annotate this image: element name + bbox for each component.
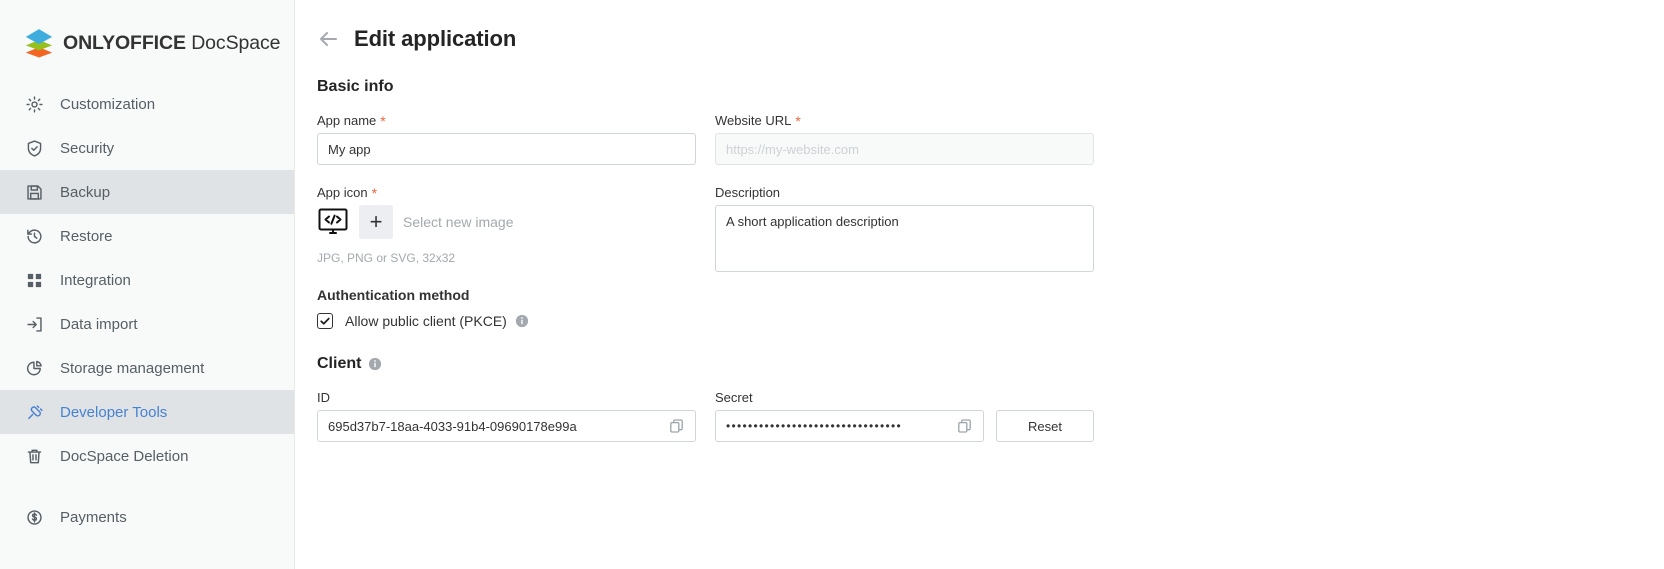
sidebar-item-label: Restore bbox=[60, 227, 113, 245]
sidebar-item-label: Data import bbox=[60, 315, 138, 333]
website-url-field: Website URL * https://my-website.com bbox=[715, 113, 1094, 165]
info-circle-icon[interactable] bbox=[515, 314, 529, 328]
description-textarea[interactable]: A short application description bbox=[715, 205, 1094, 272]
form-columns: App name * My app App icon * + Select ne… bbox=[317, 113, 1664, 329]
sidebar-item-label: Payments bbox=[60, 508, 127, 526]
website-url-input[interactable]: https://my-website.com bbox=[715, 133, 1094, 165]
reset-secret-button[interactable]: Reset bbox=[996, 410, 1094, 442]
client-id-value: 695d37b7-18aa-4033-91b4-09690178e99a bbox=[328, 418, 577, 434]
dollar-circle-icon bbox=[24, 507, 44, 527]
client-secret-value: •••••••••••••••••••••••••••••••• bbox=[726, 419, 903, 433]
sidebar-item-developer-tools[interactable]: Developer Tools bbox=[0, 390, 294, 434]
auth-method-label: Authentication method bbox=[317, 287, 470, 303]
page-title: Edit application bbox=[354, 26, 517, 51]
add-image-button[interactable]: + bbox=[359, 205, 393, 239]
required-asterisk: * bbox=[380, 112, 386, 129]
client-id-input[interactable]: 695d37b7-18aa-4033-91b4-09690178e99a bbox=[317, 410, 696, 442]
app-icon-hint: JPG, PNG or SVG, 32x32 bbox=[317, 251, 456, 265]
required-asterisk: * bbox=[371, 184, 378, 201]
select-new-image-link[interactable]: Select new image bbox=[403, 214, 514, 230]
description-label-text: Description bbox=[715, 185, 781, 200]
app-icon-label: App icon * bbox=[317, 185, 696, 200]
description-label: Description bbox=[715, 185, 1094, 200]
onlyoffice-logo-icon bbox=[24, 28, 54, 58]
copy-icon[interactable] bbox=[957, 418, 973, 434]
grid-squares-icon bbox=[24, 270, 44, 290]
page-header: Edit application bbox=[317, 22, 1664, 56]
plug-connector-icon bbox=[24, 402, 44, 422]
sidebar-item-security[interactable]: Security bbox=[0, 126, 294, 170]
client-section: Client ID 695d37b7-18aa-4033-91b4-096901… bbox=[317, 355, 1664, 442]
app-icon-row: + Select new image bbox=[317, 205, 696, 239]
brand-light: DocSpace bbox=[191, 31, 281, 54]
sidebar-item-backup[interactable]: Backup bbox=[0, 170, 294, 214]
app-name-value: My app bbox=[328, 141, 371, 157]
sidebar-item-label: DocSpace Deletion bbox=[60, 447, 189, 465]
sidebar-item-data-import[interactable]: Data import bbox=[0, 302, 294, 346]
basic-info-heading: Basic info bbox=[317, 78, 394, 95]
sidebar-item-label: Developer Tools bbox=[60, 403, 168, 421]
brand-name: ONLYOFFICE DocSpace bbox=[63, 32, 280, 55]
sidebar-item-docspace-deletion[interactable]: DocSpace Deletion bbox=[0, 434, 294, 478]
client-heading-text: Client bbox=[317, 355, 362, 372]
secret-row: •••••••••••••••••••••••••••••••• Reset bbox=[715, 410, 1094, 442]
brand-logo[interactable]: ONLYOFFICE DocSpace bbox=[0, 0, 294, 62]
trash-bin-icon bbox=[24, 446, 44, 466]
client-secret-input[interactable]: •••••••••••••••••••••••••••••••• bbox=[715, 410, 984, 442]
auth-method-block: Authentication method Allow public clien… bbox=[317, 287, 696, 329]
floppy-disk-icon bbox=[24, 182, 44, 202]
gear-icon bbox=[24, 94, 44, 114]
pkce-checkbox-row: Allow public client (PKCE) bbox=[317, 313, 696, 329]
description-field: Description A short application descript… bbox=[715, 185, 1094, 272]
sidebar-divider-gap bbox=[0, 478, 294, 495]
description-value: A short application description bbox=[726, 214, 899, 229]
sidebar-item-payments[interactable]: Payments bbox=[0, 495, 294, 539]
sidebar-item-label: Customization bbox=[60, 95, 156, 113]
arrow-left-icon[interactable] bbox=[317, 28, 339, 50]
app-name-input[interactable]: My app bbox=[317, 133, 696, 165]
brand-bold: ONLYOFFICE bbox=[63, 31, 186, 54]
sidebar-item-storage-management[interactable]: Storage management bbox=[0, 346, 294, 390]
client-secret-label: Secret bbox=[715, 390, 753, 405]
sidebar-item-label: Backup bbox=[60, 183, 111, 201]
sidebar-item-integration[interactable]: Integration bbox=[0, 258, 294, 302]
app-name-field: App name * My app bbox=[317, 113, 696, 165]
clock-rotate-left-icon bbox=[24, 226, 44, 246]
client-secret-column: Secret •••••••••••••••••••••••••••••••• bbox=[715, 390, 1094, 442]
plus-icon: + bbox=[369, 209, 383, 234]
sidebar-item-label: Storage management bbox=[60, 359, 205, 377]
app-name-label: App name * bbox=[317, 113, 696, 128]
app-root: ONLYOFFICE DocSpace Customization Securi… bbox=[0, 0, 1664, 569]
app-icon-label-text: App icon bbox=[317, 185, 368, 200]
client-heading: Client bbox=[317, 355, 1664, 373]
client-id-label: ID bbox=[317, 390, 330, 405]
sidebar-nav: Customization Security Backup Restore In… bbox=[0, 82, 294, 539]
website-url-label: Website URL * bbox=[715, 113, 1094, 128]
info-circle-icon[interactable] bbox=[368, 357, 382, 371]
website-url-label-text: Website URL bbox=[715, 113, 792, 128]
code-monitor-icon bbox=[317, 206, 349, 238]
form-column-right: Website URL * https://my-website.com Des… bbox=[715, 113, 1094, 329]
sidebar-item-restore[interactable]: Restore bbox=[0, 214, 294, 258]
shield-check-icon bbox=[24, 138, 44, 158]
app-name-label-text: App name bbox=[317, 113, 377, 128]
sidebar-item-label: Integration bbox=[60, 271, 131, 289]
client-columns: ID 695d37b7-18aa-4033-91b4-09690178e99a … bbox=[317, 390, 1664, 442]
sidebar: ONLYOFFICE DocSpace Customization Securi… bbox=[0, 0, 295, 569]
main-content: Edit application Basic info App name * M… bbox=[295, 0, 1664, 569]
required-asterisk: * bbox=[795, 112, 801, 129]
pie-chart-icon bbox=[24, 358, 44, 378]
app-icon-field: App icon * + Select new image JPG, PNG o… bbox=[317, 185, 696, 265]
pkce-checkbox-label: Allow public client (PKCE) bbox=[345, 313, 507, 329]
sidebar-item-customization[interactable]: Customization bbox=[0, 82, 294, 126]
import-arrow-icon bbox=[24, 314, 44, 334]
client-id-column: ID 695d37b7-18aa-4033-91b4-09690178e99a bbox=[317, 390, 696, 442]
copy-icon[interactable] bbox=[669, 418, 685, 434]
website-url-placeholder: https://my-website.com bbox=[726, 141, 859, 157]
form-column-left: App name * My app App icon * + Select ne… bbox=[317, 113, 696, 329]
pkce-checkbox[interactable] bbox=[317, 313, 333, 329]
sidebar-item-label: Security bbox=[60, 139, 115, 157]
